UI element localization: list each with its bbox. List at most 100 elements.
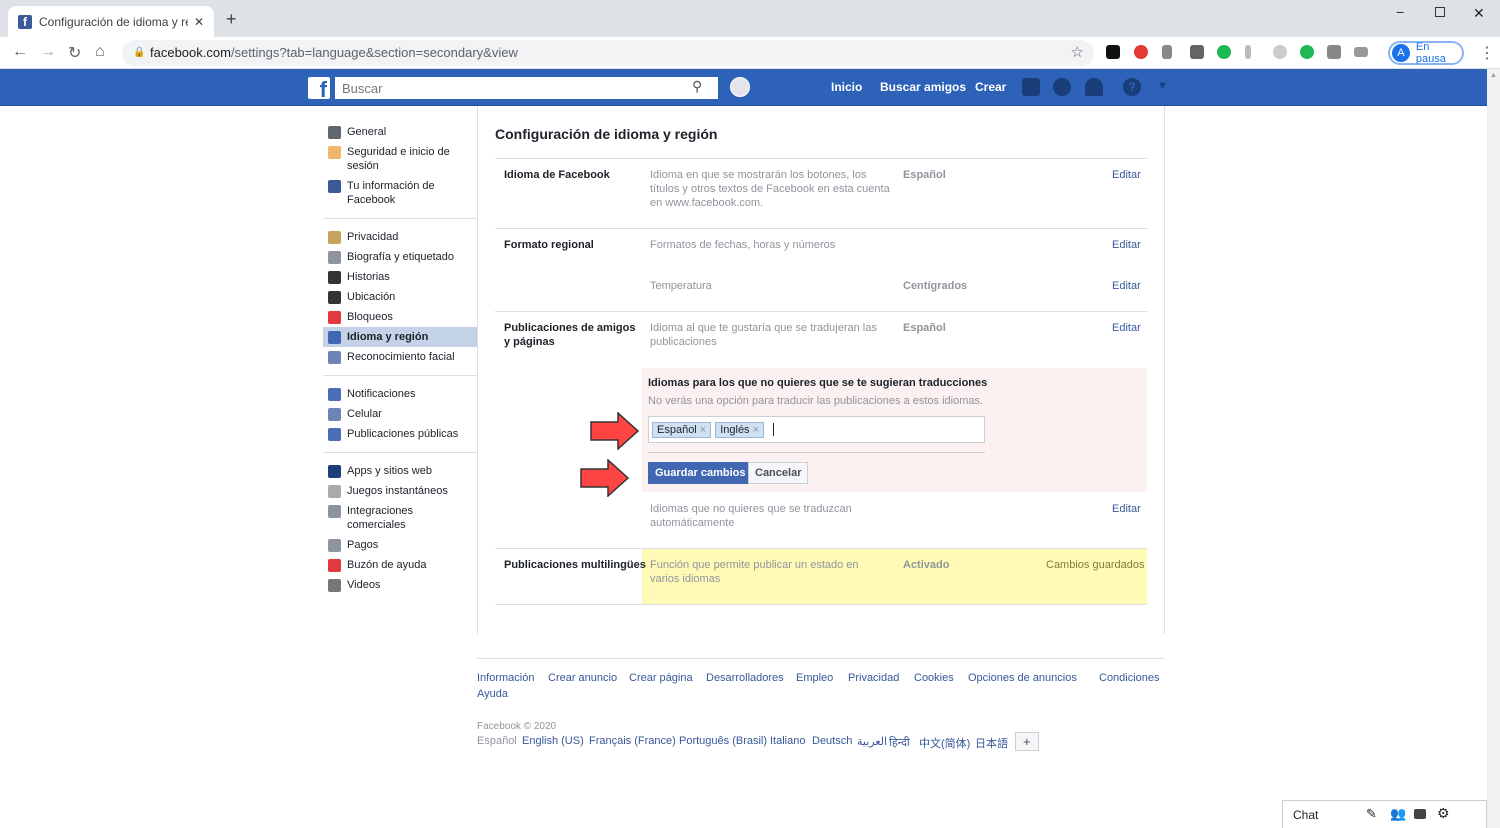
footer-link[interactable]: Crear página — [629, 672, 693, 684]
sidebar-item[interactable]: Integraciones comerciales — [323, 501, 477, 535]
search-icon[interactable]: ⚲ — [692, 78, 702, 95]
sidebar-item[interactable]: Seguridad e inicio de sesión — [323, 142, 477, 176]
footer-link[interactable]: Crear anuncio — [548, 672, 617, 684]
sidebar-item[interactable]: Idioma y región — [323, 327, 477, 347]
bookmark-star-icon[interactable]: ☆ — [1071, 40, 1084, 66]
tag-ingles[interactable]: Inglés × — [715, 421, 764, 438]
footer-link[interactable]: Ayuda — [477, 688, 508, 700]
edit-temperature[interactable]: Editar — [1112, 279, 1141, 293]
sidebar-item[interactable]: Bloqueos — [323, 307, 477, 327]
extension-icon[interactable] — [1162, 45, 1172, 59]
sidebar-item[interactable]: Videos — [323, 575, 477, 595]
menu-icon[interactable]: ⋮ — [1479, 43, 1495, 63]
sidebar-item[interactable]: Notificaciones — [323, 384, 477, 404]
sidebar-item[interactable]: Historias — [323, 267, 477, 287]
sidebar-item[interactable]: Pagos — [323, 535, 477, 555]
more-languages-button[interactable]: + — [1015, 732, 1039, 751]
edit-regional-format[interactable]: Editar — [1112, 238, 1141, 252]
footer-language-link[interactable]: Deutsch — [812, 735, 852, 747]
profile-avatar[interactable] — [730, 77, 750, 97]
infinity-extension-icon[interactable] — [1354, 47, 1368, 57]
url-extension-icon[interactable] — [1106, 45, 1120, 59]
footer-link[interactable]: Información — [477, 672, 534, 684]
sidebar-item[interactable]: General — [323, 122, 477, 142]
language-tokenizer-input[interactable]: Español × Inglés × — [648, 416, 985, 443]
footer-link[interactable]: Condiciones — [1099, 672, 1160, 684]
sidebar-item[interactable]: Ubicación — [323, 287, 477, 307]
face-icon — [328, 351, 341, 364]
footer-link[interactable]: Privacidad — [848, 672, 899, 684]
sidebar-item[interactable]: Celular — [323, 404, 477, 424]
save-button[interactable]: Guardar cambios — [648, 462, 753, 484]
profile-button[interactable]: A En pausa — [1388, 41, 1464, 65]
pen-extension-icon[interactable] — [1245, 45, 1251, 59]
remove-tag-icon[interactable]: × — [753, 424, 759, 436]
block-icon — [328, 311, 341, 324]
help-icon[interactable]: ? — [1123, 78, 1141, 96]
notifications-bell-icon[interactable] — [1085, 78, 1103, 96]
edit-fb-language[interactable]: Editar — [1112, 168, 1141, 182]
footer-language-link[interactable]: Français (France) — [589, 735, 676, 747]
forward-icon[interactable]: → — [40, 43, 56, 61]
bulb-extension-icon[interactable] — [1273, 45, 1287, 59]
regional-format-label: Formato regional — [504, 239, 594, 251]
check-extension-icon[interactable] — [1300, 45, 1314, 59]
reload-icon[interactable]: ↻ — [68, 43, 81, 63]
nav-find-friends[interactable]: Buscar amigos — [880, 80, 966, 94]
footer-link[interactable]: Desarrolladores — [706, 672, 784, 684]
footer-language-link[interactable]: English (US) — [522, 735, 584, 747]
footer-link[interactable]: Cookies — [914, 672, 954, 684]
footer-language-link[interactable]: हिन्दी — [889, 735, 910, 750]
remove-tag-icon[interactable]: × — [700, 424, 706, 436]
sidebar-item[interactable]: Apps y sitios web — [323, 461, 477, 481]
sidebar-item[interactable]: Biografía y etiquetado — [323, 247, 477, 267]
sidebar-item[interactable]: Juegos instantáneos — [323, 481, 477, 501]
close-tab-icon[interactable]: ✕ — [194, 15, 204, 29]
new-message-icon[interactable]: ✎ — [1366, 806, 1377, 822]
url-domain: facebook.com — [150, 45, 231, 60]
footer-language-link[interactable]: Português (Brasil) — [679, 735, 767, 747]
footer-language-link[interactable]: 日本語 — [975, 735, 1008, 751]
sidebar-item[interactable]: Tu información de Facebook — [323, 176, 477, 210]
settings-gear-icon[interactable]: ⚙ — [1437, 805, 1450, 822]
sidebar-item[interactable]: Reconocimiento facial — [323, 347, 477, 367]
new-tab-button[interactable]: + — [226, 9, 237, 30]
sidebar-item[interactable]: Privacidad — [323, 227, 477, 247]
adblock-extension-icon[interactable] — [1134, 45, 1148, 59]
bag-extension-icon[interactable] — [1327, 45, 1341, 59]
browser-tab[interactable]: f Configuración de idioma y regió ✕ — [8, 6, 214, 37]
footer-current-language[interactable]: Español — [477, 735, 517, 747]
facebook-logo[interactable]: f — [308, 77, 330, 99]
text-cursor — [773, 423, 774, 436]
lock-icon: 🔒 — [133, 47, 146, 58]
nav-create[interactable]: Crear — [975, 80, 1006, 94]
group-icon[interactable]: 👥 — [1390, 806, 1406, 822]
edit-no-auto-translate[interactable]: Editar — [1112, 502, 1141, 516]
back-icon[interactable]: ← — [12, 43, 28, 61]
nav-home[interactable]: Inicio — [831, 80, 862, 94]
copy-extension-icon[interactable] — [1190, 45, 1204, 59]
footer-link[interactable]: Empleo — [796, 672, 833, 684]
footer-link[interactable]: Opciones de anuncios — [968, 672, 1077, 684]
friend-requests-icon[interactable] — [1022, 78, 1040, 96]
home-icon[interactable]: ⌂ — [95, 43, 105, 61]
messenger-icon[interactable] — [1053, 78, 1071, 96]
edit-friends-posts[interactable]: Editar — [1112, 321, 1141, 335]
scrollbar[interactable]: ▲ — [1487, 69, 1500, 828]
chat-bar[interactable]: Chat ✎ 👥 ⚙ — [1282, 800, 1487, 828]
footer-language-link[interactable]: العربية — [857, 735, 887, 748]
url-input[interactable]: 🔒 facebook.com/settings?tab=language&sec… — [122, 40, 1094, 66]
account-menu-icon[interactable]: ▼ — [1157, 80, 1168, 92]
footer-language-link[interactable]: 中文(简体) — [919, 735, 970, 751]
search-input[interactable] — [335, 77, 718, 99]
sidebar-item[interactable]: Buzón de ayuda — [323, 555, 477, 575]
maximize-button[interactable] — [1435, 7, 1445, 17]
footer-language-link[interactable]: Italiano — [770, 735, 805, 747]
close-window-button[interactable]: ✕ — [1473, 5, 1485, 22]
cancel-button[interactable]: Cancelar — [748, 462, 809, 484]
tag-espanol[interactable]: Español × — [652, 421, 712, 438]
minimize-button[interactable]: − — [1396, 4, 1404, 20]
sidebar-item[interactable]: Publicaciones públicas — [323, 424, 477, 444]
k-extension-icon[interactable] — [1217, 45, 1231, 59]
video-call-icon[interactable] — [1414, 809, 1426, 819]
